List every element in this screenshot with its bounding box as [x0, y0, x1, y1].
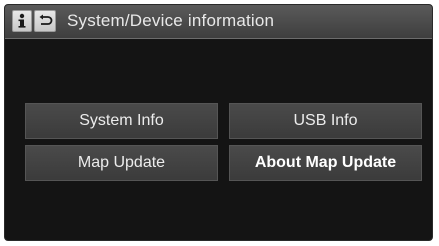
page-title: System/Device information [67, 11, 275, 30]
about-map-update-button[interactable]: About Map Update [229, 145, 422, 181]
usb-info-button[interactable]: USB Info [229, 103, 422, 139]
header-icons [12, 10, 56, 32]
back-icon[interactable] [34, 10, 56, 32]
info-icon[interactable] [12, 10, 32, 32]
title-bar: System/Device information [5, 5, 432, 39]
system-info-button[interactable]: System Info [25, 103, 218, 139]
map-update-button[interactable]: Map Update [25, 145, 218, 181]
device-screen: System/Device information System Info US… [4, 4, 433, 241]
